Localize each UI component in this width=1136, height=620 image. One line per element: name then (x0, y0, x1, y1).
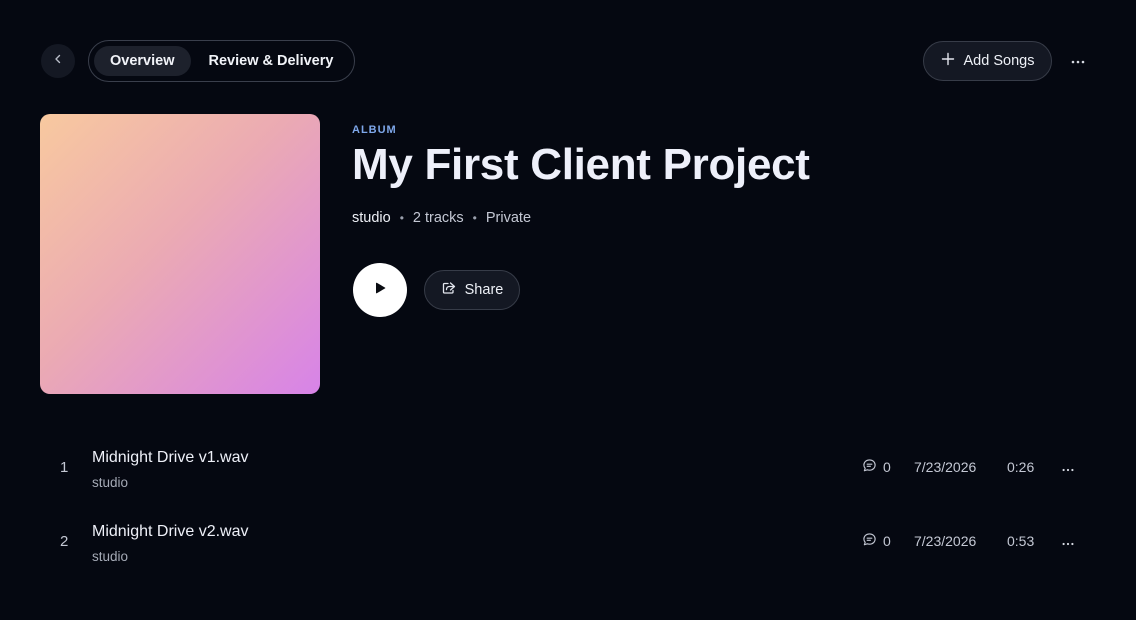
project-page: Overview Review & Delivery Add Songs ALB… (0, 0, 1136, 620)
share-icon (441, 280, 457, 300)
track-duration: 0:53 (1007, 533, 1035, 549)
plus-icon (941, 52, 955, 70)
project-kind-label: ALBUM (352, 124, 397, 136)
project-visibility: Private (485, 210, 532, 226)
album-cover (40, 114, 320, 394)
back-button[interactable] (41, 44, 75, 78)
track-artist: studio (92, 475, 129, 490)
add-songs-label: Add Songs (963, 53, 1035, 69)
more-horizontal-icon (1071, 51, 1085, 69)
track-comment-count: 0 (883, 459, 891, 475)
track-number: 1 (60, 459, 69, 476)
track-row[interactable]: 2 Midnight Drive v2.wav studio 0 7/23/20… (40, 511, 1090, 575)
chevron-left-icon (52, 52, 64, 70)
play-icon (373, 281, 387, 300)
track-more-button[interactable] (1057, 531, 1079, 553)
track-name[interactable]: Midnight Drive v2.wav (92, 523, 249, 541)
comment-icon (862, 532, 877, 550)
more-horizontal-icon (1062, 459, 1074, 477)
track-number: 2 (60, 533, 69, 550)
share-button[interactable]: Share (424, 270, 520, 310)
track-date: 7/23/2026 (914, 533, 977, 549)
play-button[interactable] (353, 263, 407, 317)
project-owner: studio (352, 210, 391, 226)
project-meta: studio • 2 tracks • Private (352, 210, 531, 226)
track-duration: 0:26 (1007, 459, 1035, 475)
track-comments[interactable]: 0 (862, 532, 891, 550)
add-songs-button[interactable]: Add Songs (923, 41, 1052, 81)
view-tabs: Overview Review & Delivery (88, 40, 356, 82)
tab-overview[interactable]: Overview (94, 46, 191, 76)
track-comment-count: 0 (883, 533, 891, 549)
meta-separator: • (472, 211, 477, 225)
track-more-button[interactable] (1057, 457, 1079, 479)
comment-icon (862, 458, 877, 476)
meta-separator: • (399, 211, 404, 225)
track-row[interactable]: 1 Midnight Drive v1.wav studio 0 7/23/20… (40, 437, 1090, 501)
project-track-count: 2 tracks (412, 210, 464, 226)
track-name[interactable]: Midnight Drive v1.wav (92, 449, 249, 467)
track-date: 7/23/2026 (914, 459, 977, 475)
tab-review-delivery[interactable]: Review & Delivery (193, 46, 350, 76)
more-horizontal-icon (1062, 533, 1074, 551)
track-comments[interactable]: 0 (862, 458, 891, 476)
share-label: Share (464, 282, 504, 298)
track-artist: studio (92, 549, 129, 564)
page-title: My First Client Project (352, 140, 810, 189)
project-more-button[interactable] (1066, 48, 1090, 72)
